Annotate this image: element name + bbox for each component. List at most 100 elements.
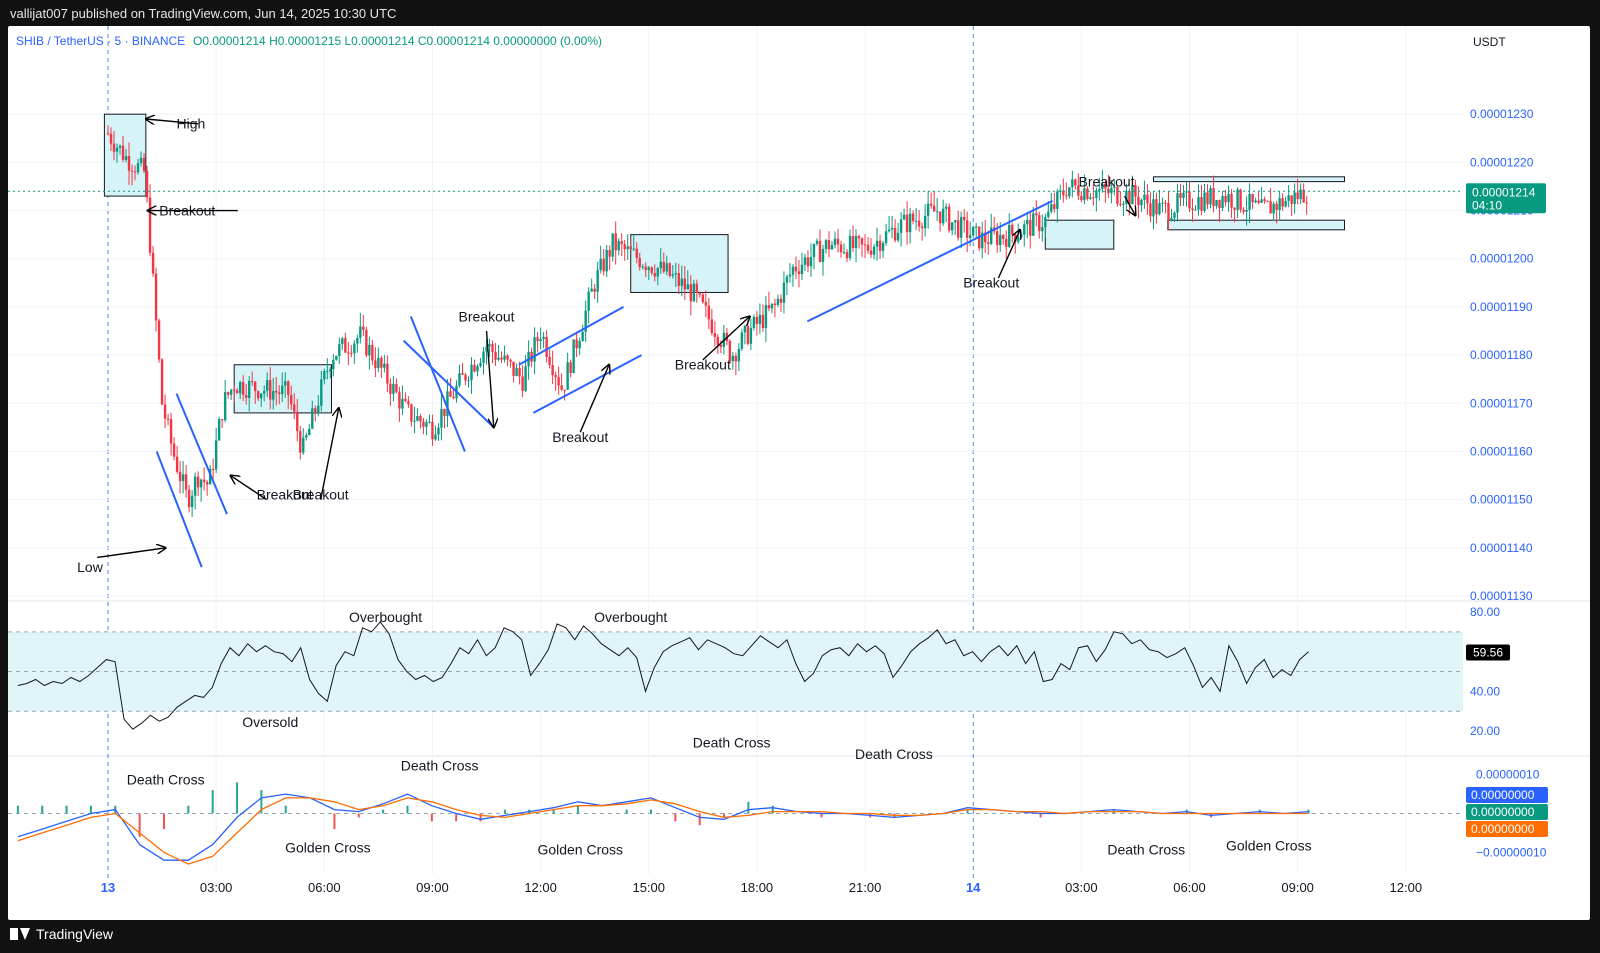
candle-body	[830, 244, 834, 250]
candle-body	[181, 474, 185, 482]
candle-body	[359, 326, 362, 339]
candle-body	[1239, 189, 1242, 210]
macd-histogram-bar	[430, 813, 433, 822]
macd-histogram-bar	[284, 805, 287, 814]
candle-body	[350, 352, 353, 354]
candle-body	[115, 147, 119, 152]
candle-body	[854, 236, 858, 249]
annotation-label: Breakout	[1079, 173, 1135, 189]
candle-body	[308, 428, 311, 436]
candle-body	[464, 374, 467, 381]
candle-body	[431, 421, 434, 440]
chart-card[interactable]: 13 03:00 06:00 09:00 12:00 15:00 18:00 21:00 14 0…	[8, 26, 1590, 920]
candle-body	[680, 278, 683, 286]
candle-body	[872, 246, 876, 255]
macd-histogram-bar	[65, 805, 68, 814]
candle-body	[791, 266, 795, 275]
candle-body	[857, 236, 861, 239]
macd-histogram-bar	[698, 813, 701, 826]
candle-body	[569, 362, 572, 373]
candle-body	[401, 398, 404, 409]
candle-body	[959, 216, 963, 238]
macd-histogram-bar	[236, 782, 239, 814]
candle-body	[205, 481, 209, 485]
price-tick-label: 0.00001140	[1470, 541, 1533, 555]
candle-body	[142, 157, 146, 171]
candle-body	[1041, 227, 1044, 232]
candle-body	[776, 298, 780, 305]
candle-body	[1263, 199, 1266, 202]
candle-body	[157, 320, 161, 360]
candle-body	[512, 361, 515, 376]
candle-body	[635, 248, 638, 258]
candle-body	[996, 231, 999, 246]
x-tick-label: 14	[966, 880, 981, 895]
x-tick-label: 06:00	[308, 880, 341, 895]
candle-body	[662, 261, 665, 272]
candle-body	[184, 474, 188, 490]
rsi-annotation-label: Overbought	[349, 609, 422, 625]
macd-histogram-bar	[576, 805, 579, 814]
macd-value-label: 0.00000000	[1471, 805, 1535, 819]
macd-annotation-label: Golden Cross	[1226, 837, 1312, 853]
candle-body	[1176, 193, 1179, 213]
candle-body	[163, 404, 167, 419]
chart-frame: vallijat007 published on TradingView.com…	[0, 0, 1600, 953]
candle-body	[175, 456, 179, 472]
zone-range	[1044, 219, 1115, 250]
candle-body	[884, 231, 888, 244]
candle-body	[284, 381, 287, 386]
candle-body	[389, 383, 392, 394]
candle-body	[929, 203, 933, 206]
candle-body	[566, 362, 569, 390]
x-tick-label: 13	[101, 880, 115, 895]
candle-body	[106, 133, 110, 135]
rsi-tick-label: 40.00	[1470, 684, 1500, 698]
candle-body	[578, 341, 581, 349]
candle-body	[623, 244, 626, 250]
candle-body	[1173, 212, 1176, 219]
candle-body	[1194, 209, 1197, 211]
candle-body	[217, 419, 221, 441]
annotation-label: Low	[77, 559, 104, 575]
candle-body	[509, 359, 512, 362]
candle-body	[437, 427, 440, 435]
candle-body	[293, 404, 296, 412]
candle-body	[1290, 195, 1293, 204]
candle-body	[467, 380, 470, 382]
macd-histogram-bar	[162, 813, 165, 830]
candle-body	[1254, 200, 1257, 203]
macd-histogram-bar	[357, 813, 360, 818]
rsi-tick-label: 20.00	[1470, 724, 1500, 738]
candle-body	[500, 357, 503, 360]
candle-body	[202, 479, 206, 482]
candle-body	[244, 395, 248, 398]
candle-body	[329, 369, 332, 372]
candle-body	[272, 390, 275, 400]
candle-body	[881, 243, 885, 251]
candle-body	[1095, 190, 1098, 198]
candle-body	[545, 336, 548, 357]
candle-body	[428, 421, 431, 423]
candle-body	[890, 227, 894, 230]
chart-svg[interactable]: 13 03:00 06:00 09:00 12:00 15:00 18:00 21:00 14 0…	[8, 26, 1590, 920]
candle-body	[482, 351, 485, 363]
candle-body	[368, 344, 371, 356]
candle-body	[127, 156, 131, 171]
candle-body	[920, 226, 924, 229]
candle-body	[692, 283, 696, 302]
rsi-annotation-label: Oversold	[242, 714, 298, 730]
candle-body	[1179, 193, 1182, 198]
candle-body	[1140, 199, 1143, 206]
candle-body	[935, 211, 939, 213]
candle-body	[767, 305, 771, 309]
candle-body	[521, 376, 524, 391]
candle-body	[160, 359, 164, 405]
candle-body	[683, 278, 686, 290]
candle-body	[392, 383, 395, 394]
candle-body	[866, 244, 870, 251]
candle-body	[902, 214, 906, 220]
candle-body	[281, 385, 284, 395]
candle-body	[911, 213, 915, 222]
candle-body	[824, 240, 828, 250]
